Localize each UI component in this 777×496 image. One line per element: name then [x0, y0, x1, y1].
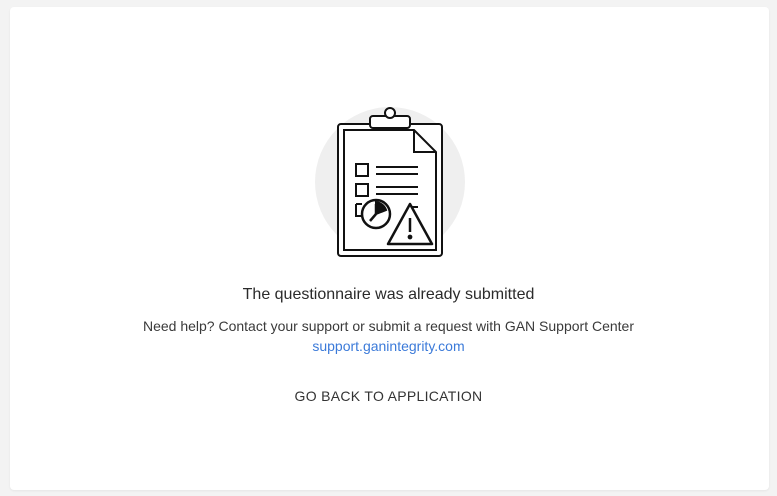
support-link[interactable]: support.ganintegrity.com [312, 338, 464, 354]
clipboard-warning-icon [312, 104, 468, 260]
help-text: Need help? Contact your support or submi… [142, 318, 635, 334]
support-link-wrapper: support.ganintegrity.com [0, 338, 777, 354]
go-back-button[interactable]: GO BACK TO APPLICATION [287, 384, 491, 408]
page-title: The questionnaire was already submitted [242, 286, 535, 303]
back-action-wrapper: GO BACK TO APPLICATION [0, 384, 777, 408]
